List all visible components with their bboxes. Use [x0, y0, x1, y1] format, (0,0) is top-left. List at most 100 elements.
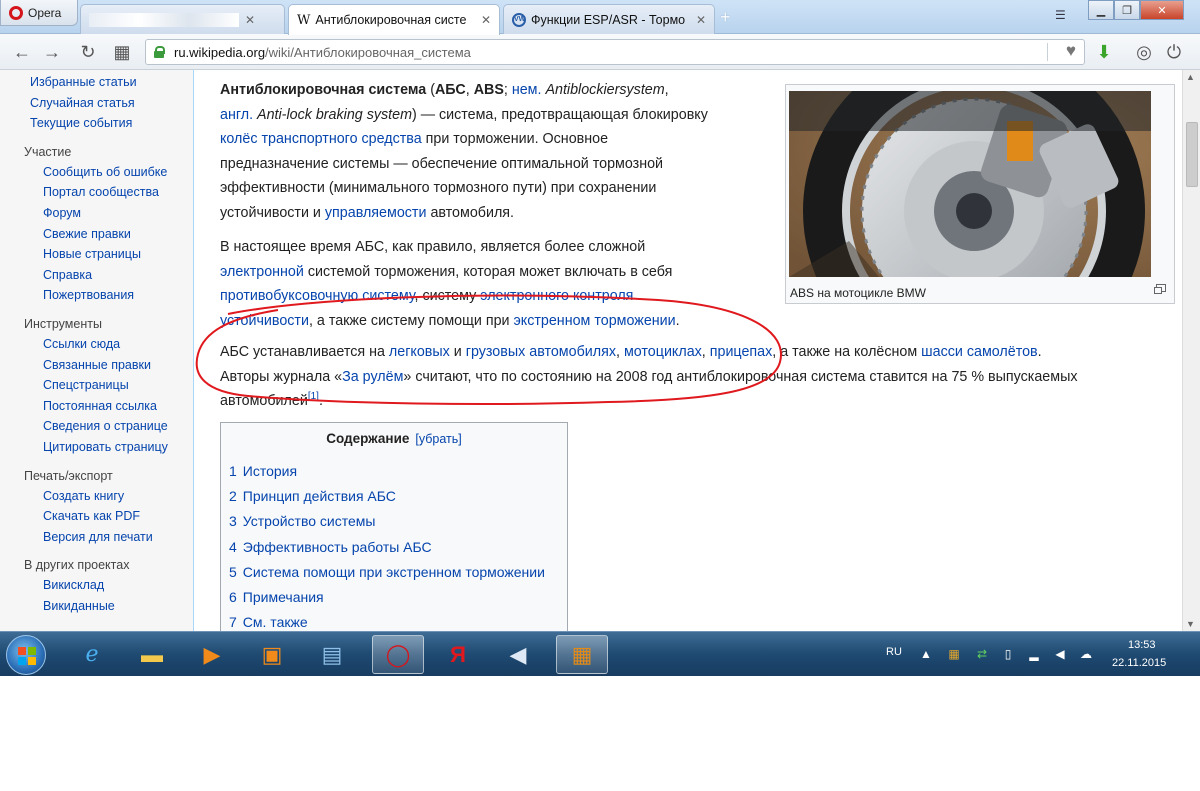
- tab-label: Антиблокировочная систе: [315, 13, 467, 27]
- sidebar-link[interactable]: Форум: [43, 203, 193, 224]
- url-path: /wiki/Антиблокировочная_система: [265, 44, 471, 60]
- opera-logo-icon: [9, 5, 23, 20]
- office-icon[interactable]: ▣: [246, 635, 298, 674]
- toc-item[interactable]: 6 Примечания: [229, 585, 324, 610]
- sidebar-link[interactable]: Викиданные: [43, 596, 193, 617]
- text-line: эффективности (минимального тормозного п…: [220, 180, 657, 197]
- abs-motorcycle-photo[interactable]: [789, 91, 1151, 277]
- speed-dial-button[interactable]: ▦: [110, 40, 134, 64]
- sidebar-link[interactable]: Создать книгу: [43, 486, 193, 507]
- back-button[interactable]: ←: [10, 40, 34, 64]
- enlarge-icon[interactable]: [1154, 284, 1166, 294]
- link-aircraft-gear[interactable]: шасси самолётов: [921, 344, 1037, 360]
- toc-label: Примечания: [242, 589, 324, 605]
- tab-esp-asr[interactable]: VW Функции ESP/ASR - Тормо ✕: [503, 4, 715, 34]
- toc-item[interactable]: 1 История: [229, 459, 297, 484]
- reload-button[interactable]: ↻: [76, 40, 100, 64]
- sidebar-link[interactable]: Цитировать страницу: [43, 437, 193, 458]
- heart-icon[interactable]: ♥: [1066, 41, 1076, 61]
- sidebar-link[interactable]: Викисклад: [43, 575, 193, 596]
- network-signal-icon[interactable]: ▂: [1026, 646, 1042, 662]
- sidebar-link[interactable]: Портал сообщества: [43, 182, 193, 203]
- yandex-browser-icon[interactable]: Я: [432, 635, 484, 674]
- toc-number: 2: [229, 488, 237, 504]
- clock-time[interactable]: 13:53: [1128, 639, 1156, 651]
- sidebar-link[interactable]: Справка: [43, 265, 193, 286]
- scroll-thumb[interactable]: [1186, 122, 1198, 187]
- sidebar-link[interactable]: Свежие правки: [43, 224, 193, 245]
- sidebar-link[interactable]: Пожертвования: [43, 285, 193, 306]
- avg-tray-icon[interactable]: ▦: [946, 646, 962, 662]
- maximize-button[interactable]: ❐: [1114, 0, 1140, 20]
- address-bar[interactable]: ru.wikipedia.org/wiki/Антиблокировочная_…: [145, 39, 1085, 65]
- close-icon[interactable]: ✕: [481, 13, 491, 27]
- toc-item[interactable]: 3 Устройство системы: [229, 509, 375, 534]
- sidebar-link[interactable]: Случайная статья: [30, 93, 193, 114]
- page-scrollbar[interactable]: ▲ ▼: [1182, 70, 1200, 631]
- web-page: Избранные статьи Случайная статья Текущи…: [0, 70, 1182, 631]
- highlight-ring: [195, 294, 782, 405]
- sidebar-link[interactable]: Ссылки сюда: [43, 334, 193, 355]
- sidebar-link[interactable]: Новые страницы: [43, 244, 193, 265]
- volume-icon[interactable]: ◀: [1052, 646, 1068, 662]
- toc-item[interactable]: 4 Эффективность работы АБС: [229, 535, 432, 560]
- scroll-down-icon[interactable]: ▼: [1186, 619, 1195, 629]
- download-icon[interactable]: ⬇: [1092, 40, 1116, 64]
- start-button[interactable]: [6, 635, 46, 675]
- opera-menu-button[interactable]: Opera: [0, 0, 78, 26]
- sidebar-link[interactable]: Сообщить об ошибке: [43, 162, 193, 183]
- clock-date[interactable]: 22.11.2015: [1112, 657, 1166, 669]
- toc-hide-link[interactable]: [убрать]: [415, 432, 461, 446]
- toc-label: Принцип действия АБС: [242, 488, 396, 504]
- table-of-contents: Содержание [убрать] 1 История 2 Принцип дей…: [220, 422, 568, 631]
- link-handling[interactable]: управляемости: [325, 205, 427, 221]
- media-player-icon[interactable]: ▶: [186, 635, 238, 674]
- close-icon[interactable]: ✕: [245, 13, 255, 27]
- sidebar-heading: Инструменты: [24, 316, 102, 331]
- sidebar-link[interactable]: Спецстраницы: [43, 375, 193, 396]
- link-english[interactable]: англ.: [220, 107, 253, 123]
- toc-label: История: [242, 463, 298, 479]
- window-close-button[interactable]: ✕: [1140, 0, 1184, 20]
- toc-item[interactable]: 7 См. также: [229, 610, 308, 631]
- opera-taskbar-icon[interactable]: ◯: [372, 635, 424, 674]
- explorer-folder-icon[interactable]: ▬: [126, 635, 178, 674]
- new-tab-button[interactable]: +: [720, 7, 731, 28]
- sync-tray-icon[interactable]: ⇄: [974, 646, 990, 662]
- opera-sync-icon[interactable]: ◎: [1132, 40, 1156, 64]
- toc-item[interactable]: 2 Принцип действия АБС: [229, 484, 396, 509]
- image-viewer-icon[interactable]: ▤: [306, 635, 358, 674]
- link-german[interactable]: нем.: [512, 82, 542, 98]
- sidebar-navigation: Избранные статьи Случайная статья Текущи…: [0, 70, 193, 134]
- sidebar-link[interactable]: Сведения о странице: [43, 416, 193, 437]
- internet-explorer-icon[interactable]: e: [66, 635, 118, 674]
- text-line: колёс транспортного средства при торможе…: [220, 127, 780, 152]
- sidebar-link[interactable]: Постоянная ссылка: [43, 396, 193, 417]
- show-hidden-icons[interactable]: ▲: [918, 646, 934, 662]
- sidebar-link[interactable]: Текущие события: [30, 113, 193, 134]
- sidebar-heading: Участие: [24, 144, 72, 159]
- forward-button[interactable]: →: [40, 40, 64, 64]
- link-electronic[interactable]: электронной: [220, 264, 304, 280]
- update-tray-icon[interactable]: ☁: [1078, 646, 1094, 662]
- close-icon[interactable]: ✕: [696, 13, 706, 27]
- opera-turbo-icon[interactable]: ⏻: [1162, 40, 1186, 64]
- text-line: устойчивости и управляемости автомобиля.: [220, 201, 780, 226]
- language-indicator[interactable]: RU: [886, 646, 902, 658]
- battery-icon[interactable]: ▯: [1000, 646, 1016, 662]
- sidebar-group-projects: Викисклад Викиданные: [0, 575, 193, 616]
- minimize-button[interactable]: ▁: [1088, 0, 1114, 20]
- scroll-up-icon[interactable]: ▲: [1186, 72, 1195, 82]
- sidebar-link[interactable]: Связанные правки: [43, 355, 193, 376]
- avg-antivirus-icon[interactable]: ▦: [556, 635, 608, 674]
- tab-menu-icon[interactable]: ☰: [1055, 8, 1066, 22]
- windows-taskbar: e ▬ ▶ ▣ ▤ ◯ Я ◀ ▦ RU ▲ ▦ ⇄ ▯ ▂ ◀ ☁ 13:53…: [0, 631, 1200, 676]
- speaker-app-icon[interactable]: ◀: [492, 635, 544, 674]
- sidebar-link[interactable]: Версия для печати: [43, 527, 193, 548]
- sidebar-link[interactable]: Избранные статьи: [30, 72, 193, 93]
- toc-item[interactable]: 5 Система помощи при экстренном торможени…: [229, 560, 545, 585]
- link-vehicle-wheels[interactable]: колёс транспортного средства: [220, 131, 422, 147]
- blurred-tab[interactable]: ✕: [80, 4, 285, 34]
- tab-antilock-active[interactable]: W Антиблокировочная систе ✕: [288, 4, 500, 35]
- sidebar-link[interactable]: Скачать как PDF: [43, 506, 193, 527]
